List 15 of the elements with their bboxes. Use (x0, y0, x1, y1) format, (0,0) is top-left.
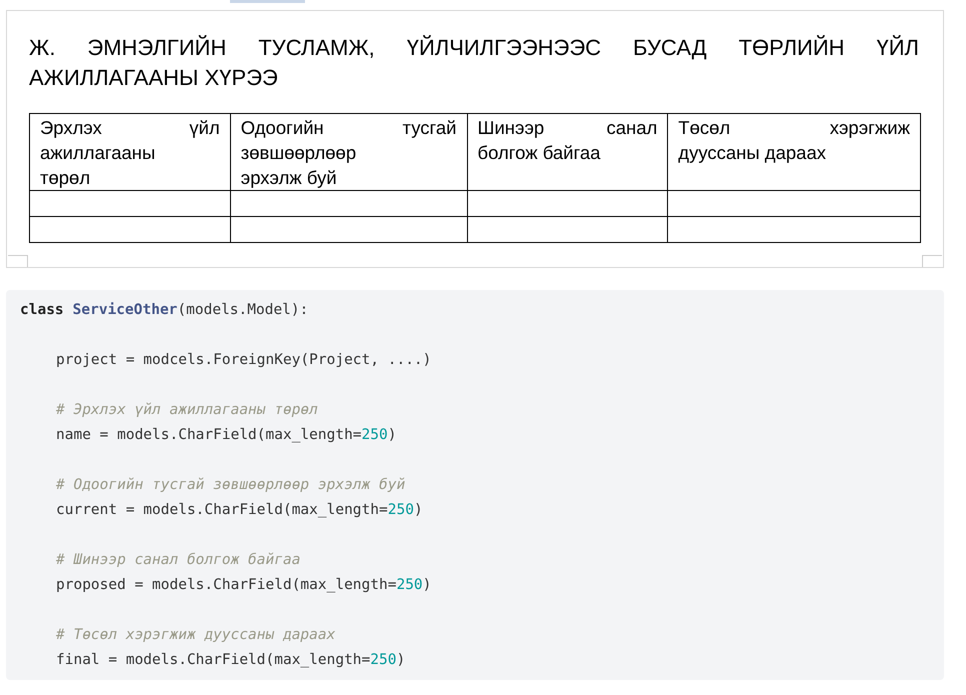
code-comment: # Шинээр санал болгож байгаа (56, 551, 300, 570)
code-comment: # Одоогийн тусгай зөвшөөрлөөр эрхэлж буй (56, 476, 406, 495)
code-line: project = modcels.ForeignKey(Project, ....) (56, 351, 432, 370)
code-line: final = models.CharField(max_length=250) (56, 651, 406, 670)
table-header-cell: Одоогийн тусгай зөвшөөрлөөр эрхэлж буй (230, 114, 467, 190)
table-header-cell: Шинээр санал болгож байгаа (467, 114, 668, 190)
document-heading: Ж. ЭМНЭЛГИЙН ТУСЛАМЖ, ҮЙЛЧИЛГЭЭНЭЭС БУСАД ТӨРЛИЙН ҮЙЛ АЖИЛЛАГААНЫ ХҮРЭЭ (29, 34, 920, 92)
code-comment: # Төсөл хэрэгжиж дууссаны дараах (56, 626, 336, 645)
code-comment: # Эрхлэх үйл ажиллагааны төрөл (56, 401, 318, 420)
code-line: current = models.CharField(max_length=250) (56, 501, 423, 520)
code-line: class ServiceOther(models.Model): (20, 301, 308, 320)
code-line: name = models.CharField(max_length=250) (56, 426, 396, 445)
table-header-cell: Төсөл хэрэгжиж дууссаны дараах (668, 114, 920, 190)
table-header-cell: Эрхлэх үйл ажиллагааны төрөл (30, 114, 230, 190)
code-line: proposed = models.CharField(max_length=250) (56, 576, 432, 595)
